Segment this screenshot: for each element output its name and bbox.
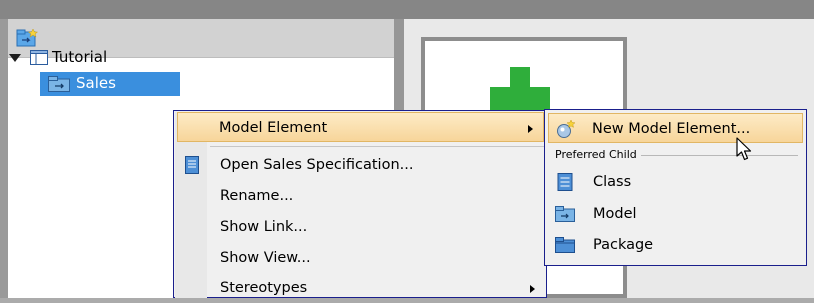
menu-item-open-specification[interactable]: Open Sales Specification... <box>175 150 545 180</box>
book-icon <box>30 50 48 65</box>
menu-item-label: Stereotypes <box>220 280 308 296</box>
menu-item-label: New Model Element... <box>592 121 751 137</box>
specification-icon <box>185 156 199 174</box>
menu-item-show-view[interactable]: Show View... <box>175 243 545 273</box>
menu-item-rename[interactable]: Rename... <box>175 181 545 211</box>
menu-item-model-element[interactable]: Model Element <box>177 112 544 142</box>
mouse-pointer-icon <box>736 137 752 161</box>
menu-item-new-model-element[interactable]: New Model Element... <box>548 113 803 143</box>
new-element-icon <box>557 119 576 138</box>
menu-item-label: Class <box>593 174 632 190</box>
menu-item-label: Model Element <box>219 120 328 136</box>
window-top-bar <box>0 0 814 19</box>
context-menu: Model Element Open Sales Specification..… <box>173 110 547 298</box>
window-left-edge <box>0 19 8 298</box>
tree-node-label: Tutorial <box>52 48 108 66</box>
submenu-arrow-icon <box>530 285 535 293</box>
submenu-arrow-icon <box>528 125 533 133</box>
menu-item-stereotypes[interactable]: Stereotypes <box>175 273 545 303</box>
expand-arrow-icon[interactable] <box>8 51 22 65</box>
menu-item-model[interactable]: Model <box>548 199 803 229</box>
menu-item-class[interactable]: Class <box>548 167 803 197</box>
menu-separator <box>210 146 544 147</box>
menu-item-label: Package <box>593 237 654 253</box>
package-icon <box>555 237 575 253</box>
menu-item-label: Show View... <box>220 250 311 266</box>
model-element-submenu: New Model Element... Preferred Child Cla… <box>544 109 807 266</box>
menu-item-label: Model <box>593 206 637 222</box>
menu-item-label: Rename... <box>220 188 294 204</box>
new-model-icon[interactable] <box>16 28 38 48</box>
menu-item-package[interactable]: Package <box>548 230 803 260</box>
preferred-child-label: Preferred Child <box>555 148 641 161</box>
menu-item-label: Open Sales Specification... <box>220 157 414 173</box>
tree-node-label: Sales <box>76 74 116 92</box>
menu-item-show-link[interactable]: Show Link... <box>175 212 545 242</box>
model-folder-icon <box>48 76 70 92</box>
model-icon <box>555 206 575 222</box>
menu-item-label: Show Link... <box>220 219 308 235</box>
class-icon <box>557 173 573 191</box>
